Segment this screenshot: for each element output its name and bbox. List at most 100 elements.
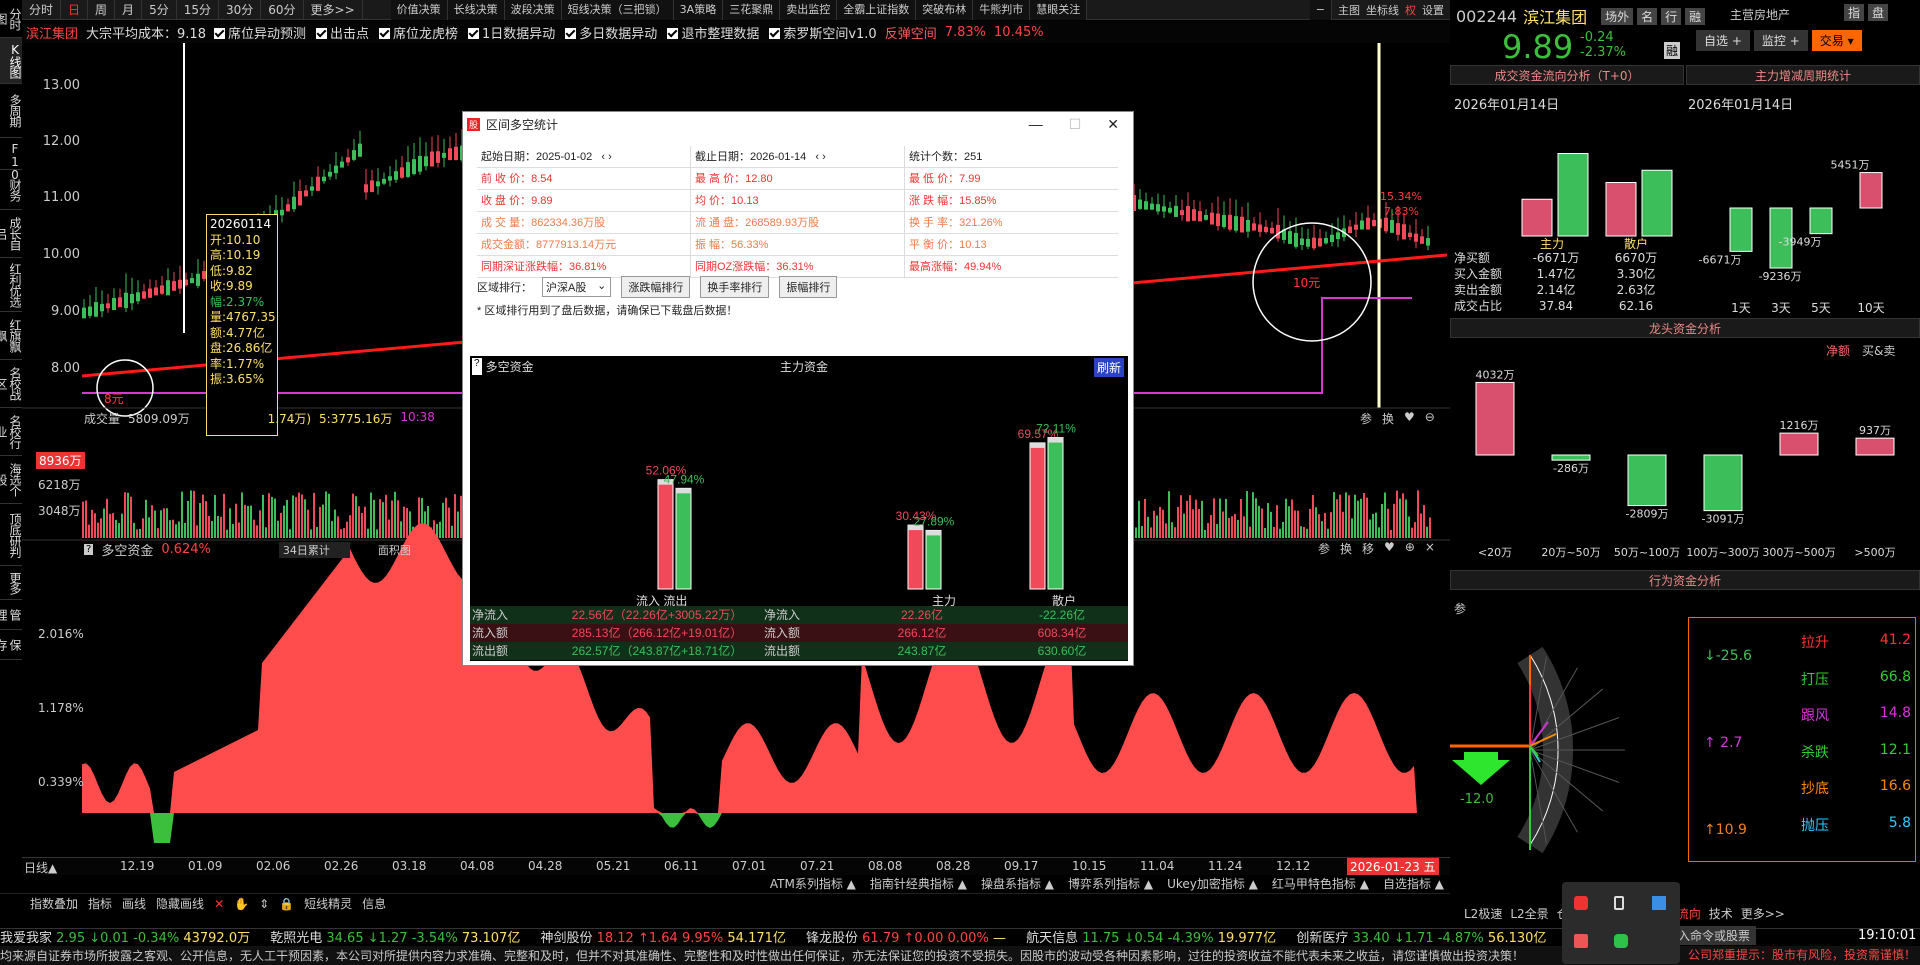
tab-buy-sell[interactable]: 买&卖: [1862, 342, 1895, 359]
dk-panel-icon-0[interactable]: 参: [1318, 540, 1330, 557]
vol-panel-icon-1[interactable]: 换: [1382, 410, 1394, 427]
strategy-tab-9[interactable]: 牛熊判市: [973, 0, 1031, 20]
period-tab-5[interactable]: 15分: [177, 0, 219, 20]
left-tab-0[interactable]: 分时图: [0, 0, 22, 38]
maximize-icon[interactable]: ☐: [1069, 116, 1082, 133]
checkbox-0[interactable]: 席位异动预测: [213, 23, 306, 42]
dk-panel-icon-3[interactable]: ♥: [1384, 540, 1395, 557]
right-bottom-tab-1[interactable]: L2全景: [1510, 905, 1548, 923]
tool-0[interactable]: 指数叠加: [30, 895, 78, 912]
left-tab-10[interactable]: 海选个股: [0, 456, 22, 504]
checkbox-icon[interactable]: [213, 27, 225, 39]
monitor-button[interactable]: 监控 +: [1753, 30, 1808, 51]
rank-select[interactable]: 沪深A股 ⌄: [542, 277, 612, 297]
x-axis-label[interactable]: 日线▲: [24, 859, 57, 876]
strategy-tab-1[interactable]: 长线决策: [447, 0, 505, 20]
checkbox-4[interactable]: 多日数据异动: [565, 23, 657, 42]
lock-icon[interactable]: 🔒: [279, 897, 294, 911]
period-tab-3[interactable]: 月: [115, 0, 143, 20]
strategy-tab-7[interactable]: 全霸上证指数: [837, 0, 917, 20]
ticker-item[interactable]: 锋龙股份 61.79 ↑0.00 0.00% —: [806, 931, 1010, 946]
tool-1[interactable]: 指标: [88, 895, 112, 912]
checkbox-3[interactable]: 1日数据异动: [468, 23, 555, 42]
left-tab-9[interactable]: 名校行业: [0, 408, 22, 456]
checkbox-icon[interactable]: [769, 27, 781, 39]
checkbox-icon[interactable]: [379, 27, 390, 39]
left-tab-13[interactable]: 管理: [0, 600, 22, 630]
right-bottom-tab-6[interactable]: 技术: [1709, 905, 1733, 923]
ticker-item[interactable]: 我爱我家 2.95 ↓0.01 -0.34% 43792.0万: [0, 931, 254, 946]
right-tab-0[interactable]: 场外: [1601, 7, 1634, 25]
right-bottom-tab-7[interactable]: 更多>>: [1741, 905, 1785, 923]
ticker-item[interactable]: 神剑股份 18.12 ↑1.64 9.95% 54.171亿: [540, 931, 790, 946]
indicator-group-3[interactable]: 博弈系列指标 ▲: [1068, 875, 1153, 893]
rank-button-2[interactable]: 振幅排行: [779, 276, 838, 298]
strategy-tab-2[interactable]: 波段决策: [504, 0, 562, 20]
app-icon[interactable]: [1574, 896, 1588, 910]
vol-panel-icon-2[interactable]: ♥: [1404, 410, 1415, 427]
right-bottom-tab-0[interactable]: L2极速: [1464, 905, 1502, 923]
right-tab-2[interactable]: 行: [1661, 7, 1682, 25]
vol-panel-icon-0[interactable]: 参: [1360, 410, 1372, 427]
left-tab-7[interactable]: 红旗飘飘: [0, 312, 22, 360]
checkbox-2[interactable]: 席位龙虎榜: [379, 23, 458, 42]
period-tab-6[interactable]: 30分: [219, 0, 262, 20]
strategy-tab-4[interactable]: 3A策略: [673, 0, 724, 20]
left-tab-12[interactable]: 更多: [0, 566, 22, 600]
windows-icon[interactable]: [1652, 896, 1666, 910]
strategy-tab-10[interactable]: 慧眼关注: [1030, 0, 1088, 20]
tool-4[interactable]: 短线精灵: [304, 895, 352, 912]
period-tab-4[interactable]: 5分: [142, 0, 177, 20]
move-icon[interactable]: ⇕: [259, 897, 269, 911]
checkbox-5[interactable]: 退市整理数据: [667, 23, 759, 42]
settings-button[interactable]: 设置: [1422, 2, 1444, 18]
hand-icon[interactable]: ✋: [234, 897, 249, 911]
dk-panel-icon-1[interactable]: 换: [1340, 540, 1352, 557]
checkbox-icon[interactable]: [565, 27, 577, 39]
rank-button-1[interactable]: 换手率排行: [700, 276, 770, 298]
period-tab-7[interactable]: 60分: [261, 0, 304, 20]
tool-3[interactable]: 隐藏画线: [156, 895, 204, 912]
usb-icon[interactable]: [1614, 896, 1624, 910]
help-icon[interactable]: ?: [84, 544, 94, 555]
period-tab-2[interactable]: 周: [88, 0, 116, 20]
ticker-item[interactable]: 创新医疗 33.40 ↓1.71 -4.87% 56.130亿: [1296, 931, 1550, 946]
strategy-tab-0[interactable]: 价值决策: [390, 0, 448, 20]
start-date[interactable]: 起始日期：2025-01-02 ‹ ›: [477, 145, 691, 168]
ticker-item[interactable]: 乾照光电 34.65 ↓1.27 -3.54% 73.107亿: [270, 931, 524, 946]
checkbox-icon[interactable]: [468, 27, 480, 39]
indicator-group-1[interactable]: 指南针经典指标 ▲: [870, 875, 967, 893]
dk-mode[interactable]: 面积图: [378, 542, 411, 558]
wechat-icon[interactable]: [1614, 934, 1628, 948]
main-chart-button[interactable]: 主图: [1338, 2, 1360, 18]
minimize-icon[interactable]: —: [1029, 116, 1043, 133]
strategy-tab-5[interactable]: 三花聚鼎: [723, 0, 781, 20]
close-icon[interactable]: ✕: [1107, 116, 1119, 133]
dk-period-select[interactable]: 34日累计: [278, 541, 350, 558]
dk-panel-icon-5[interactable]: ×: [1425, 540, 1435, 557]
coordinate-button[interactable]: 坐标线: [1366, 2, 1399, 18]
right-tab-3[interactable]: 融: [1685, 7, 1706, 25]
industry[interactable]: 主营房地产: [1730, 6, 1790, 23]
strategy-tab-8[interactable]: 突破布林: [916, 0, 974, 20]
right-btn-1[interactable]: 盘: [1868, 4, 1889, 21]
indicator-group-2[interactable]: 操盘系指标 ▲: [981, 875, 1054, 893]
trade-button[interactable]: 交易 ▾: [1811, 30, 1862, 51]
ticker-item[interactable]: 航天信息 11.75 ↓0.54 -4.39% 19.977亿: [1026, 931, 1280, 946]
left-tab-11[interactable]: 顶底研判: [0, 504, 22, 566]
checkbox-6[interactable]: 索罗斯空间v1.0: [769, 23, 877, 42]
tool-2[interactable]: 画线: [122, 895, 146, 912]
indicator-group-5[interactable]: 红马甲特色指标 ▲: [1272, 875, 1369, 893]
indicator-group-4[interactable]: Ukey加密指标 ▲: [1167, 875, 1258, 893]
end-date[interactable]: 截止日期：2026-01-14 ‹ ›: [691, 145, 905, 168]
left-tab-14[interactable]: 保存: [0, 630, 22, 660]
rank-button-0[interactable]: 涨跌幅排行: [621, 276, 691, 298]
minus-button[interactable]: −: [1309, 0, 1332, 20]
right-tab-1[interactable]: 名: [1637, 7, 1658, 25]
right-btn-0[interactable]: 指: [1844, 4, 1865, 21]
checkbox-1[interactable]: 出击点: [315, 23, 369, 42]
checkbox-icon[interactable]: [667, 27, 679, 39]
mail-icon[interactable]: [1574, 934, 1588, 948]
vol-panel-icon-3[interactable]: ⊖: [1425, 410, 1435, 427]
right-button[interactable]: 权: [1405, 2, 1416, 18]
